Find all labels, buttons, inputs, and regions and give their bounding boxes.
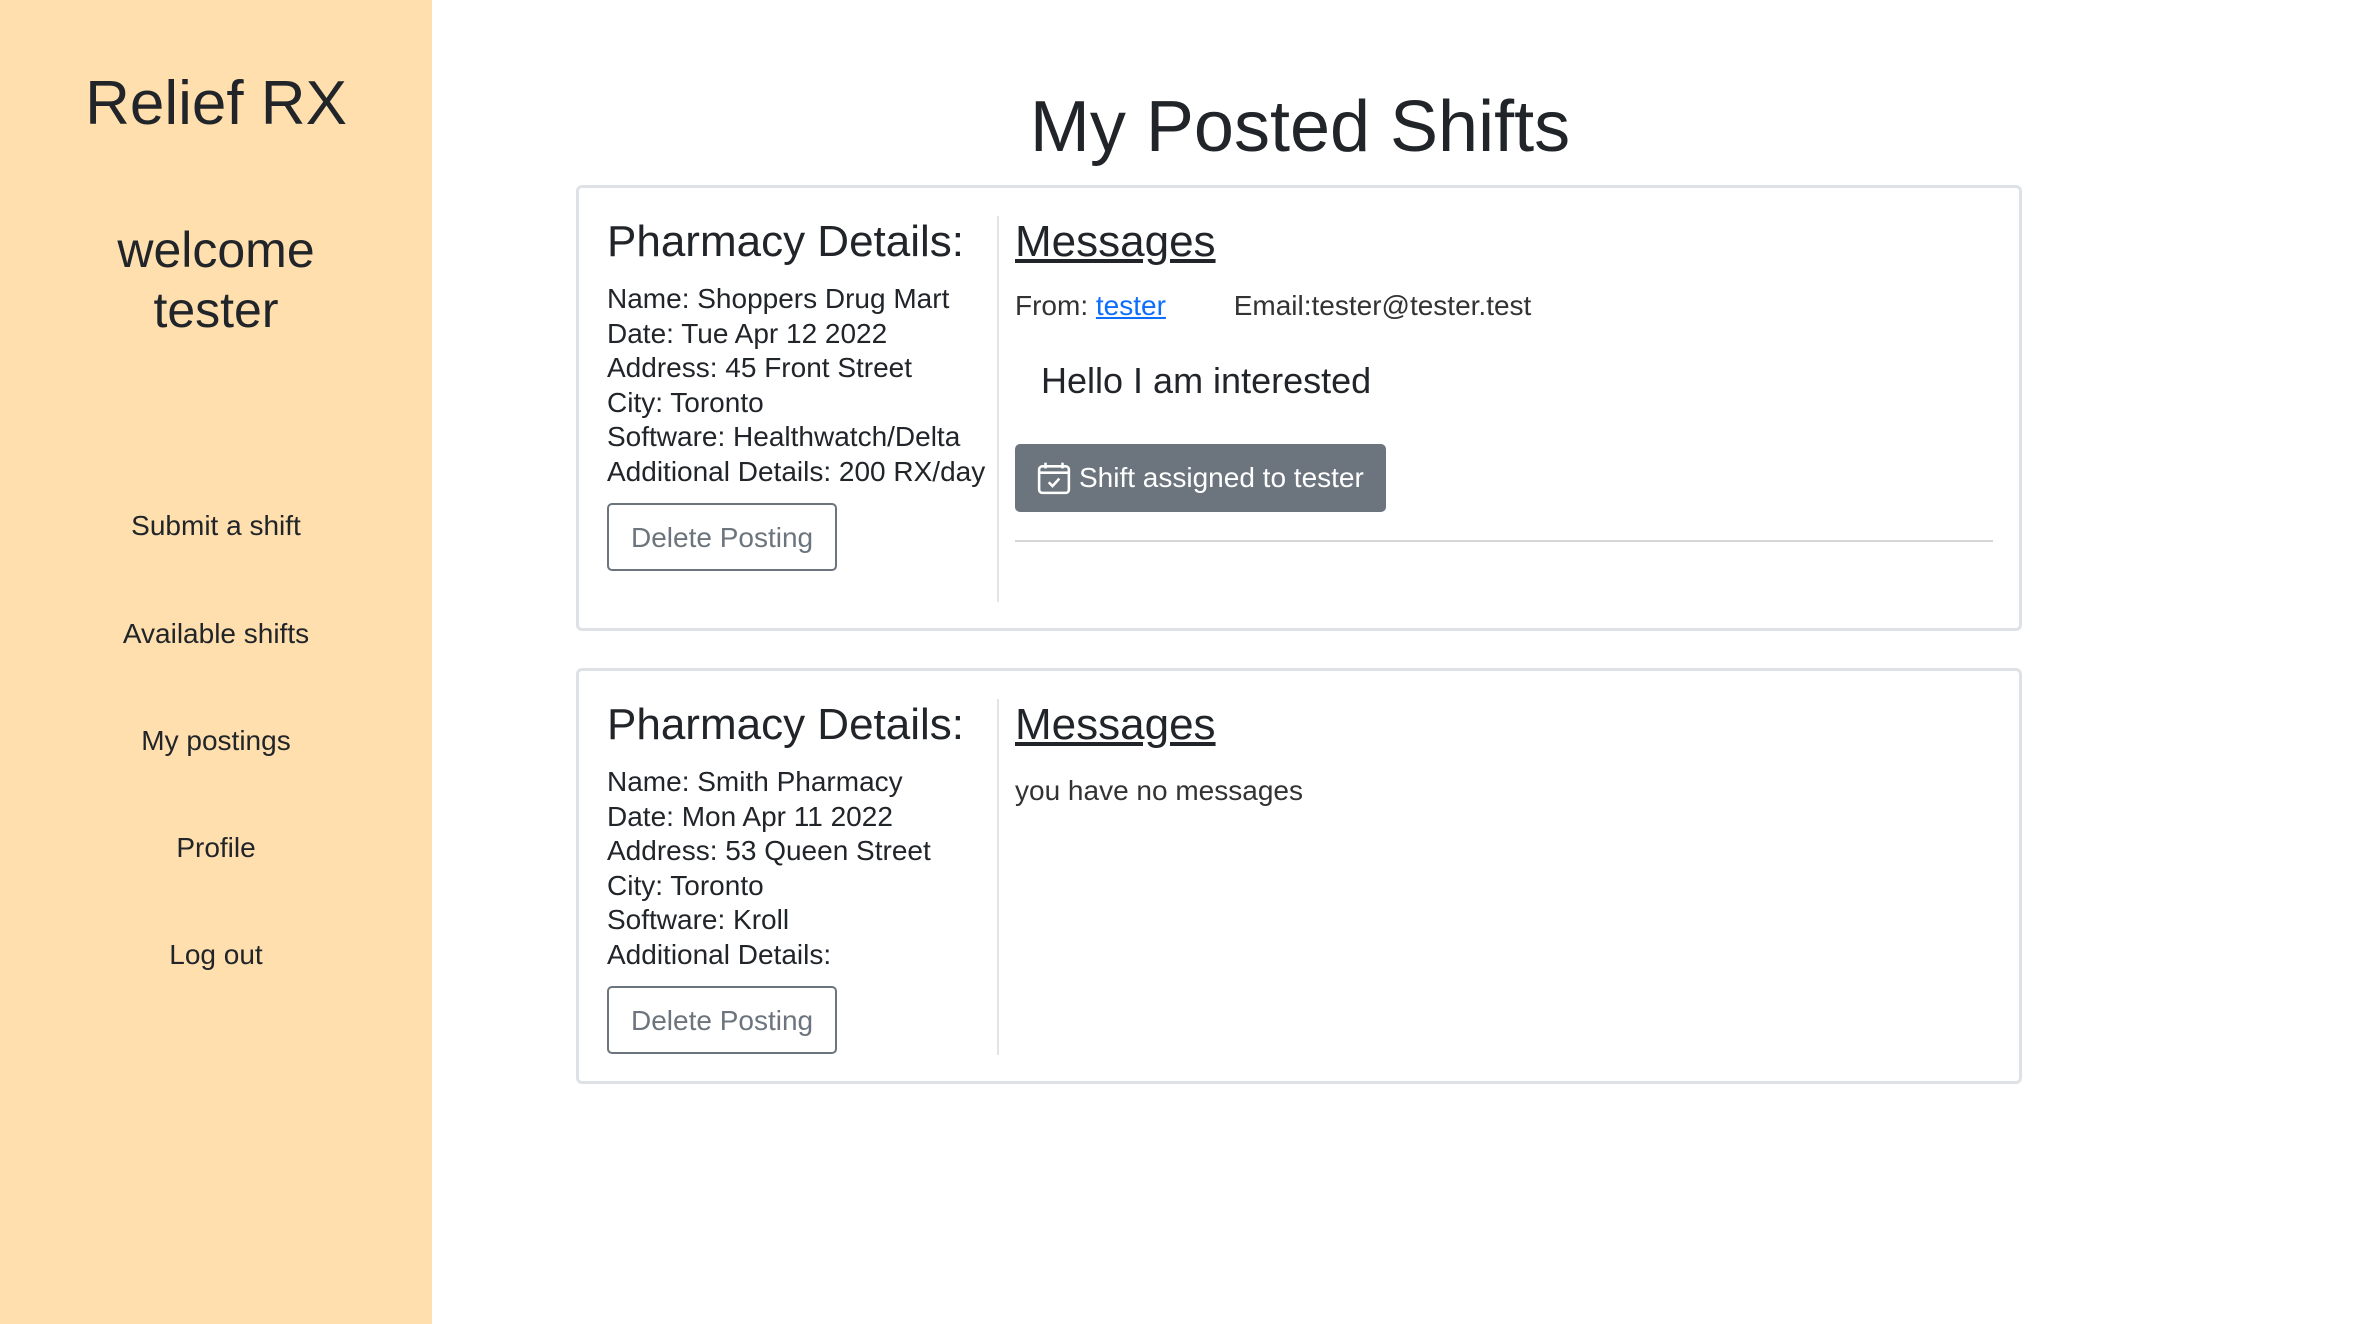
pharmacy-details: Pharmacy Details: Name: Smith Pharmacy D… bbox=[607, 699, 977, 1054]
shift-date: Date: Mon Apr 11 2022 bbox=[607, 800, 893, 832]
nav-my-postings[interactable]: My postings bbox=[0, 725, 432, 757]
welcome-message: welcome tester bbox=[0, 220, 432, 340]
pharmacy-city: City: Toronto bbox=[607, 869, 764, 901]
pharmacy-name: Name: Smith Pharmacy bbox=[607, 766, 903, 797]
delete-posting-button[interactable]: Delete Posting bbox=[607, 986, 838, 1054]
messages-section: Messages you have no messages bbox=[1015, 699, 1995, 807]
message-divider bbox=[1015, 540, 1993, 542]
message-meta: From: tester Email:tester@tester.test bbox=[1015, 290, 1995, 322]
shift-assigned-button[interactable]: Shift assigned to tester bbox=[1015, 444, 1386, 512]
additional-details: Additional Details: 200 RX/day bbox=[607, 455, 986, 487]
welcome-greeting: welcome bbox=[117, 222, 315, 278]
pharmacy-software: Software: Kroll bbox=[607, 904, 790, 935]
delete-posting-button[interactable]: Delete Posting bbox=[607, 503, 838, 571]
column-divider bbox=[997, 699, 999, 1055]
nav-available-shifts[interactable]: Available shifts bbox=[0, 618, 432, 650]
nav-profile[interactable]: Profile bbox=[0, 832, 432, 864]
messages-section: Messages From: tester Email:tester@teste… bbox=[1015, 216, 1995, 542]
shift-date: Date: Tue Apr 12 2022 bbox=[607, 317, 888, 349]
message-body: Hello I am interested bbox=[1041, 360, 1372, 401]
details-heading: Pharmacy Details: bbox=[607, 217, 965, 266]
welcome-username: tester bbox=[153, 282, 279, 338]
pharmacy-address: Address: 45 Front Street bbox=[607, 352, 913, 383]
posting-card: Pharmacy Details: Name: Smith Pharmacy D… bbox=[576, 668, 2022, 1084]
details-heading: Pharmacy Details: bbox=[607, 700, 965, 749]
sidebar: Relief RX welcome tester Submit a shift … bbox=[0, 0, 432, 1324]
pharmacy-software: Software: Healthwatch/Delta bbox=[607, 421, 961, 452]
no-messages-text: you have no messages bbox=[1015, 775, 1303, 806]
nav-submit-shift[interactable]: Submit a shift bbox=[0, 510, 432, 542]
from-label: From: bbox=[1015, 290, 1089, 321]
posting-card: Pharmacy Details: Name: Shoppers Drug Ma… bbox=[576, 185, 2022, 631]
calendar-check-icon bbox=[1037, 462, 1071, 495]
messages-heading: Messages bbox=[1015, 700, 1216, 749]
shift-assigned-label: Shift assigned to tester bbox=[1079, 462, 1364, 493]
page-title: My Posted Shifts bbox=[1029, 87, 1571, 167]
messages-heading: Messages bbox=[1015, 217, 1216, 266]
pharmacy-details: Pharmacy Details: Name: Shoppers Drug Ma… bbox=[607, 216, 986, 571]
sender-email: Email:tester@tester.test bbox=[1233, 290, 1532, 321]
pharmacy-name: Name: Shoppers Drug Mart bbox=[607, 283, 950, 314]
column-divider bbox=[997, 216, 999, 602]
brand-title: Relief RX bbox=[85, 69, 347, 138]
nav-log-out[interactable]: Log out bbox=[0, 939, 432, 971]
pharmacy-address: Address: 53 Queen Street bbox=[607, 835, 931, 866]
additional-details: Additional Details: bbox=[607, 938, 832, 970]
pharmacy-city: City: Toronto bbox=[607, 386, 764, 418]
sender-link[interactable]: tester bbox=[1096, 290, 1166, 321]
